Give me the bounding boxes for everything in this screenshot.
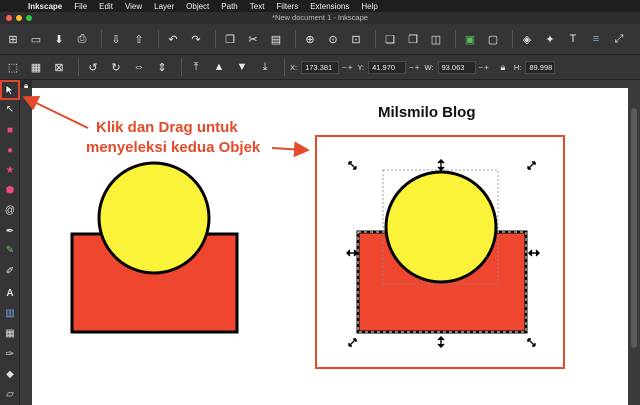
handle-top-left[interactable] (348, 161, 357, 170)
right-circle-object[interactable] (384, 170, 498, 284)
handle-left[interactable] (346, 249, 358, 257)
handle-top[interactable] (437, 159, 445, 171)
arrow-to-selector-tool (22, 96, 89, 129)
drawing-overlay (22, 96, 565, 369)
handle-bottom-left[interactable] (348, 338, 357, 347)
left-circle-object[interactable] (97, 161, 211, 275)
handle-bottom-right[interactable] (527, 338, 536, 347)
handle-top-right[interactable] (527, 161, 536, 170)
handle-right[interactable] (528, 249, 540, 257)
blog-title: Milsmilo Blog (378, 104, 476, 121)
annotation-line-2: menyeleksi kedua Objek (86, 139, 261, 156)
annotation-line-1: Klik dan Drag untuk (96, 119, 238, 136)
arrow-to-objects (271, 141, 310, 158)
handle-bottom[interactable] (437, 336, 445, 348)
